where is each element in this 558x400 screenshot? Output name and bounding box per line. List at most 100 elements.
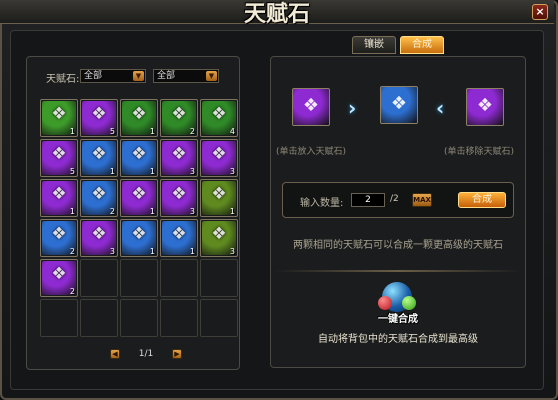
gem-icon: ❖: [91, 224, 107, 244]
gem-icon: ❖: [476, 95, 494, 116]
inventory-slot[interactable]: ❖ 4: [200, 99, 238, 137]
max-button[interactable]: MAX: [412, 193, 432, 207]
stack-count: 1: [189, 247, 195, 256]
gem-icon: ❖: [171, 104, 187, 124]
stack-count: 1: [229, 207, 235, 216]
inventory-slot[interactable]: [80, 259, 118, 297]
stack-count: 1: [149, 167, 155, 176]
inventory-slot[interactable]: ❖ 1: [40, 99, 78, 137]
stack-count: 5: [109, 127, 115, 136]
inventory-slot[interactable]: ❖ 1: [40, 179, 78, 217]
inventory-slot[interactable]: ❖ 1: [120, 179, 158, 217]
filter-select-type-value: 全部: [84, 71, 103, 81]
prev-page-button[interactable]: ◀: [110, 349, 120, 359]
hint-place: (单击放入天赋石): [276, 147, 347, 157]
inventory-slot[interactable]: ❖ 5: [80, 99, 118, 137]
gem-icon: ❖: [171, 224, 187, 244]
stack-count: 2: [189, 127, 195, 136]
inventory-slot[interactable]: [200, 299, 238, 337]
inventory-slot[interactable]: ❖ 5: [40, 139, 78, 177]
gem-icon: ❖: [131, 104, 147, 124]
stack-count: 4: [229, 127, 235, 136]
filter-select-level-value: 全部: [157, 71, 176, 81]
gem-icon: ❖: [211, 184, 227, 204]
gem-icon: ❖: [131, 184, 147, 204]
inventory-slot[interactable]: ❖ 1: [120, 99, 158, 137]
inventory-slot[interactable]: ❖ 1: [120, 219, 158, 257]
gem-icon: ❖: [51, 144, 67, 164]
gem-icon: ❖: [211, 144, 227, 164]
divider: [274, 270, 522, 272]
material-slot-left[interactable]: ❖: [292, 88, 330, 126]
chevron-right-icon: ›: [348, 96, 357, 120]
gem-icon: ❖: [51, 224, 67, 244]
inventory-slot[interactable]: [160, 259, 198, 297]
filter-select-level[interactable]: 全部 ▼: [153, 69, 219, 83]
inventory-slot[interactable]: [120, 259, 158, 297]
one-key-desc: 自动将背包中的天赋石合成到最高级: [318, 334, 478, 345]
quantity-max: /2: [390, 194, 399, 204]
gem-icon: ❖: [91, 184, 107, 204]
inventory-slot[interactable]: ❖ 3: [200, 219, 238, 257]
gem-icon: ❖: [51, 104, 67, 124]
page-indicator: 1/1: [138, 349, 154, 359]
filter-select-type[interactable]: 全部 ▼: [80, 69, 146, 83]
hint-remove: (单击移除天赋石): [444, 147, 515, 157]
gem-icon: ❖: [211, 224, 227, 244]
inventory-slot[interactable]: ❖ 2: [160, 99, 198, 137]
inventory-slot[interactable]: [200, 259, 238, 297]
inventory-grid: ❖ 1 ❖ 5 ❖ 1 ❖ 2 ❖ 4 ❖ 5 ❖ 1 ❖ 1 ❖ 3 ❖ 3 ❖ 1 ❖ 2 ❖ 1 ❖ 3 ❖ 1 ❖ 2 ❖ 3 ❖ 1 ❖ 1 ❖ 3…: [40, 99, 238, 337]
gem-icon: ❖: [211, 104, 227, 124]
inventory-slot[interactable]: ❖ 3: [160, 139, 198, 177]
stack-count: 1: [69, 127, 75, 136]
inventory-slot[interactable]: ❖ 1: [120, 139, 158, 177]
one-key-synthesis-button[interactable]: 一键合成: [374, 278, 422, 326]
inventory-slot[interactable]: ❖ 1: [80, 139, 118, 177]
inventory-slot[interactable]: ❖ 1: [160, 219, 198, 257]
gem-icon: ❖: [51, 264, 67, 284]
inventory-slot[interactable]: ❖ 3: [200, 139, 238, 177]
synthesis-info: 两颗相同的天赋石可以合成一颗更高级的天赋石: [293, 240, 503, 251]
title-bar: 天赋石 ×: [0, 0, 554, 27]
stack-count: 5: [69, 167, 75, 176]
one-key-label: 一键合成: [378, 314, 418, 325]
inventory-slot[interactable]: [120, 299, 158, 337]
inventory-slot[interactable]: [40, 299, 78, 337]
gem-icon: ❖: [51, 184, 67, 204]
gem-icon: ❖: [390, 93, 408, 114]
inventory-slot[interactable]: ❖ 2: [80, 179, 118, 217]
gem-icon: ❖: [302, 95, 320, 116]
inventory-slot[interactable]: ❖ 3: [160, 179, 198, 217]
stack-count: 3: [229, 167, 235, 176]
inventory-slot[interactable]: ❖ 1: [200, 179, 238, 217]
red-gem-icon: [378, 296, 392, 310]
pager: ◀ 1/1 ▶: [110, 349, 182, 361]
gem-icon: ❖: [131, 224, 147, 244]
material-slot-right[interactable]: ❖: [466, 88, 504, 126]
chevron-down-icon: ▼: [206, 71, 217, 81]
stack-count: 1: [149, 127, 155, 136]
synthesize-button[interactable]: 合成: [458, 192, 506, 208]
stack-count: 1: [109, 167, 115, 176]
filter-label: 天赋石:: [46, 74, 80, 85]
stack-count: 2: [69, 287, 75, 296]
result-slot[interactable]: ❖: [380, 86, 418, 124]
quantity-input[interactable]: 2: [351, 193, 385, 207]
chevron-left-icon: ‹: [436, 96, 445, 120]
tab-inlay[interactable]: 镶嵌: [352, 36, 396, 54]
inventory-slot[interactable]: [160, 299, 198, 337]
tab-bar: 镶嵌 合成: [352, 36, 444, 54]
stack-count: 3: [189, 207, 195, 216]
gem-icon: ❖: [171, 184, 187, 204]
inventory-slot[interactable]: [80, 299, 118, 337]
tab-synthesis[interactable]: 合成: [400, 36, 444, 54]
stack-count: 3: [229, 247, 235, 256]
close-icon[interactable]: ×: [532, 4, 548, 20]
quantity-label: 输入数量:: [300, 198, 344, 209]
inventory-slot[interactable]: ❖ 2: [40, 219, 78, 257]
inventory-slot[interactable]: ❖ 3: [80, 219, 118, 257]
next-page-button[interactable]: ▶: [172, 349, 182, 359]
stack-count: 1: [149, 247, 155, 256]
inventory-slot[interactable]: ❖ 2: [40, 259, 78, 297]
stack-count: 3: [109, 247, 115, 256]
